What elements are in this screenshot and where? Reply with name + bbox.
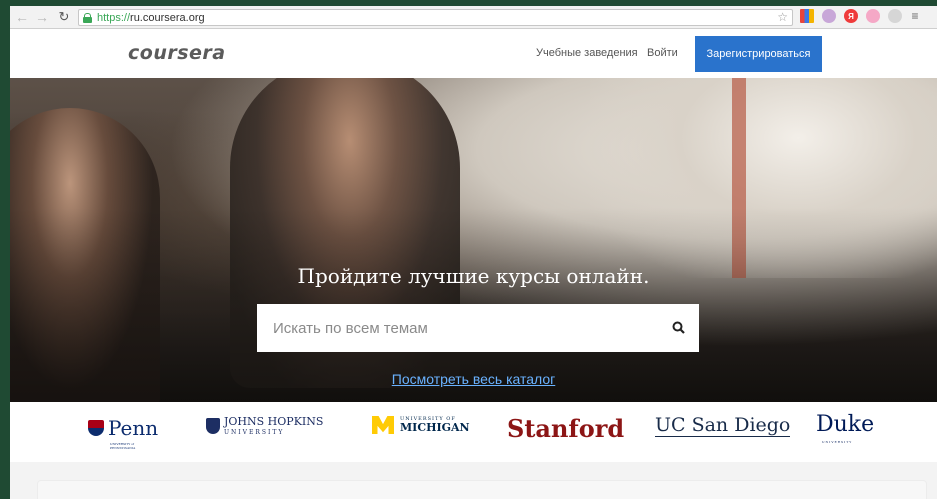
partner-logos: Penn UNIVERSITY of PENNSYLVANIA JOHNS HO… <box>10 402 937 462</box>
search-icon[interactable] <box>672 321 685 334</box>
hero-tagline: Пройдите лучшие курсы онлайн. <box>297 264 650 288</box>
catalog-link[interactable]: Посмотреть весь каталог <box>10 371 937 387</box>
reload-icon[interactable]: ↻ <box>56 9 72 25</box>
stanford-logo[interactable]: Stanford <box>507 414 624 443</box>
signup-button[interactable]: Зарегистрироваться <box>695 36 822 72</box>
browser-toolbar: ← → ↻ https://ru.coursera.org ☆ Я ≡ <box>10 6 937 29</box>
forward-arrow-icon[interactable]: → <box>34 9 50 25</box>
extension-toolbar: Я ≡ <box>800 9 920 23</box>
address-bar[interactable]: https://ru.coursera.org ☆ <box>78 9 793 26</box>
back-arrow-icon[interactable]: ← <box>14 9 30 25</box>
star-icon[interactable]: ☆ <box>777 10 788 24</box>
url-text: https://ru.coursera.org <box>97 11 205 24</box>
ucsd-logo[interactable]: UC San Diego <box>655 414 791 437</box>
duke-logo[interactable]: Duke UNIVERSITY <box>816 412 874 444</box>
nav-link-institutions[interactable]: Учебные заведения <box>536 47 638 59</box>
menu-icon[interactable]: ≡ <box>910 9 920 23</box>
penn-shield-icon <box>88 420 104 436</box>
desktop-background: ← → ↻ https://ru.coursera.org ☆ Я ≡ cour… <box>0 0 937 499</box>
site-header: coursera Учебные заведения Войти Зарегис… <box>10 30 937 78</box>
search-input[interactable] <box>273 319 653 337</box>
yandex-icon[interactable]: Я <box>844 9 858 23</box>
login-link[interactable]: Войти <box>647 47 678 59</box>
extension-icon[interactable] <box>888 9 902 23</box>
lock-icon <box>83 12 92 23</box>
coursera-logo[interactable]: coursera <box>128 42 226 64</box>
jhu-shield-icon <box>206 418 220 434</box>
content-section <box>10 462 937 499</box>
browser-window: ← → ↻ https://ru.coursera.org ☆ Я ≡ cour… <box>10 6 937 499</box>
michigan-logo[interactable]: UNIVERSITY OF MICHIGAN <box>372 416 470 434</box>
search-box[interactable] <box>257 304 699 352</box>
johns-hopkins-logo[interactable]: JOHNS HOPKINS UNIVERSITY <box>206 416 323 436</box>
extension-icon[interactable] <box>822 9 836 23</box>
content-card <box>37 480 927 499</box>
extension-icon[interactable] <box>866 9 880 23</box>
hero-banner: Пройдите лучшие курсы онлайн. Посмотреть… <box>10 78 937 402</box>
penn-logo[interactable]: Penn UNIVERSITY of PENNSYLVANIA <box>88 416 158 450</box>
michigan-m-icon <box>372 416 394 434</box>
apps-grid-icon[interactable] <box>800 9 814 23</box>
